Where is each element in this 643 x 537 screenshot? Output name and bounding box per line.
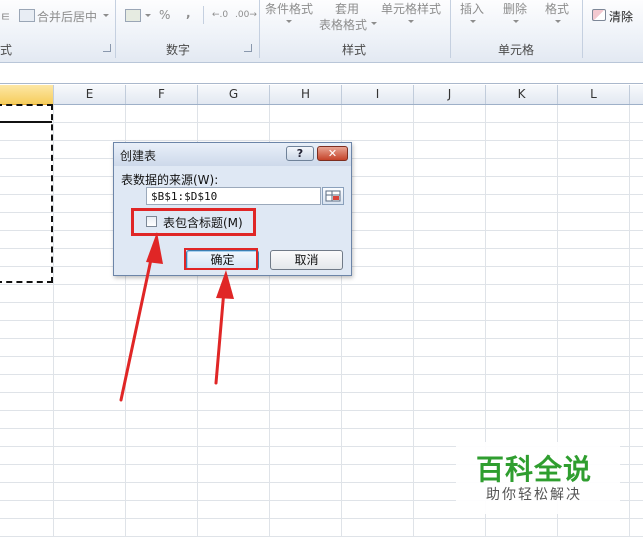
cell-styles-dropdown-icon[interactable] [408,20,414,23]
formula-strip [0,63,643,84]
source-range-input[interactable] [146,187,321,205]
format-as-table-dropdown-icon[interactable] [371,22,377,25]
active-cell-border [0,121,52,123]
copy-selection-marquee [0,104,53,283]
clear-button[interactable]: 清除 [609,8,633,25]
number-launcher-icon[interactable] [244,44,252,52]
eraser-icon[interactable] [592,9,606,21]
close-button[interactable]: ✕ [317,146,348,161]
highlight-box-ok [184,248,258,270]
group-label-alignment: 式 [0,43,13,57]
alignment-fragment[interactable]: ㅌ [0,8,11,25]
format-as-table-label-line2[interactable]: 表格格式 [319,16,367,33]
column-header-e[interactable]: E [54,85,126,104]
insert-dropdown-icon[interactable] [470,20,476,23]
increase-decimal-icon[interactable]: ←.0 [212,10,228,20]
comma-button[interactable]: , [186,6,191,20]
help-button[interactable]: ? [286,146,314,161]
ribbon: ㅌ 合并后居中 式 % , ←.0 .00→ 数字 条件格式 套用 表格格式 单… [0,0,643,63]
column-header-f[interactable]: F [126,85,198,104]
group-separator [582,0,583,58]
group-separator [259,0,260,58]
group-label-styles: 样式 [342,43,367,57]
watermark: 百科全说 助你轻松解决 [456,442,620,514]
insert-button[interactable]: 插入 [460,0,484,17]
watermark-title: 百科全说 [476,453,593,486]
decrease-decimal-icon[interactable]: .00→ [235,10,257,20]
range-collapse-icon [325,190,341,202]
cell-styles-button[interactable]: 单元格样式 [381,0,441,17]
accounting-dropdown-icon[interactable] [145,14,151,17]
format-as-table-button[interactable]: 套用 [335,0,359,17]
dialog-titlebar[interactable]: 创建表 ? ✕ [114,143,351,166]
conditional-format-button[interactable]: 条件格式 [265,0,313,17]
group-separator [450,0,451,58]
delete-dropdown-icon[interactable] [513,20,519,23]
column-header-row: E F G H I J K L [0,85,643,106]
merge-center-dropdown-icon[interactable] [103,14,109,17]
column-header-i[interactable]: I [342,85,414,104]
dialog-title: 创建表 [120,149,157,163]
group-label-number: 数字 [166,43,191,57]
accounting-format-icon[interactable] [125,9,141,22]
range-picker-button[interactable] [322,187,344,205]
column-header-k[interactable]: K [486,85,558,104]
highlight-box-checkbox [131,208,256,236]
alignment-launcher-icon[interactable] [103,44,111,52]
format-dropdown-icon[interactable] [555,20,561,23]
delete-button[interactable]: 删除 [503,0,527,17]
column-header-selected[interactable] [0,85,54,106]
separator-small [203,6,204,24]
group-separator [115,0,116,58]
source-range-label: 表数据的来源(W): [121,173,219,187]
group-label-cells: 单元格 [498,43,535,57]
percent-button[interactable]: % [159,8,170,22]
column-header-h[interactable]: H [270,85,342,104]
column-header-g[interactable]: G [198,85,270,104]
column-header-l[interactable]: L [558,85,630,104]
cancel-button[interactable]: 取消 [270,250,343,270]
conditional-format-dropdown-icon[interactable] [286,20,292,23]
column-header-j[interactable]: J [414,85,486,104]
watermark-subtitle: 助你轻松解决 [486,487,582,503]
merge-center-button[interactable]: 合并后居中 [37,8,97,25]
format-button[interactable]: 格式 [545,0,569,17]
merge-center-icon[interactable] [19,9,35,22]
